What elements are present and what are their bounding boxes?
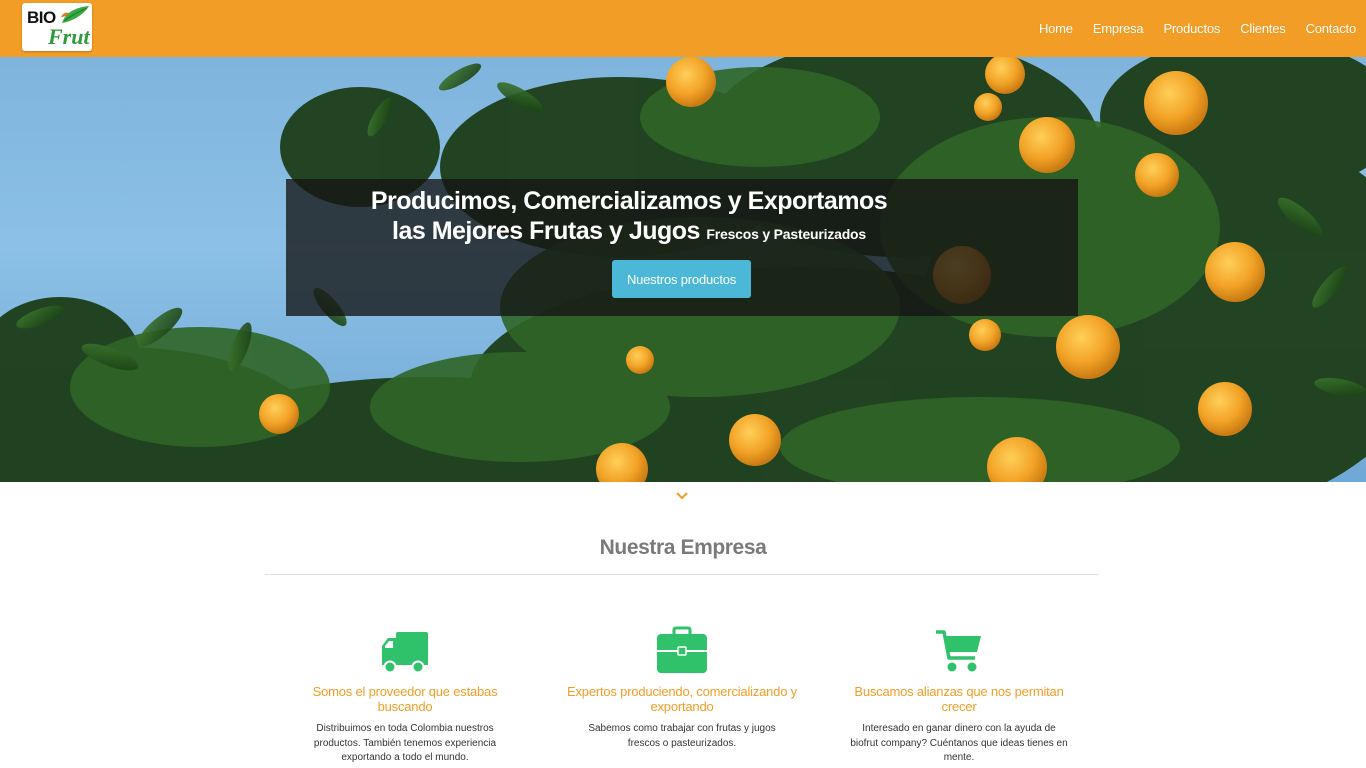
logo-text-frut: Frut xyxy=(48,24,90,49)
nav-contacto[interactable]: Contacto xyxy=(1306,21,1357,36)
nav-clientes[interactable]: Clientes xyxy=(1240,21,1286,36)
brand-logo[interactable]: BIO Frut xyxy=(22,3,92,51)
feature-experts-title: Expertos produciendo, comercializando y … xyxy=(567,684,797,714)
shopping-cart-icon xyxy=(936,630,981,672)
feature-supplier-title: Somos el proveedor que estabas buscando xyxy=(312,684,498,714)
feature-experts-text: Sabemos como trabajar con frutas y jugos… xyxy=(588,723,776,749)
our-products-button[interactable]: Nuestros productos xyxy=(612,260,751,298)
truck-icon xyxy=(382,632,428,674)
hero-heading-line1: Producimos, Comercializamos y Exportamos xyxy=(370,187,888,215)
nav-productos[interactable]: Productos xyxy=(1163,21,1220,36)
navbar: BIO Frut Home Empresa Productos Clientes… xyxy=(0,0,1366,57)
hero-caption-box: Producimos, Comercializamos y Exportamos… xyxy=(286,179,1078,316)
feature-supplier: Somos el proveedor que estabas buscando … xyxy=(275,626,535,766)
hero-heading-main: las Mejores Frutas y Jugos xyxy=(392,217,700,245)
feature-experts: Expertos produciendo, comercializando y … xyxy=(552,626,812,751)
briefcase-icon xyxy=(657,626,707,673)
nav-menu: Home Empresa Productos Clientes Contacto xyxy=(1039,0,1366,57)
hero-banner: Producimos, Comercializamos y Exportamos… xyxy=(0,57,1366,482)
feature-alliances-title: Buscamos alianzas que nos permitan crece… xyxy=(854,684,1064,714)
leaf-icon xyxy=(61,6,89,23)
feature-supplier-text: Distribuimos en toda Colombia nuestros p… xyxy=(313,723,497,763)
feature-alliances: Buscamos alianzas que nos permitan crece… xyxy=(829,626,1089,766)
section-title: Nuestra Empresa xyxy=(599,536,767,559)
nav-home[interactable]: Home xyxy=(1039,21,1073,36)
feature-alliances-text: Interesado en ganar dinero con la ayuda … xyxy=(850,723,1068,763)
hero-heading-small: Frescos y Pasteurizados xyxy=(706,226,866,242)
chevron-down-icon[interactable] xyxy=(675,491,689,501)
hero-heading-line2: las Mejores Frutas y Jugos Frescos y Pas… xyxy=(286,217,1078,246)
nav-empresa[interactable]: Empresa xyxy=(1093,21,1144,36)
section-divider xyxy=(265,574,1098,575)
